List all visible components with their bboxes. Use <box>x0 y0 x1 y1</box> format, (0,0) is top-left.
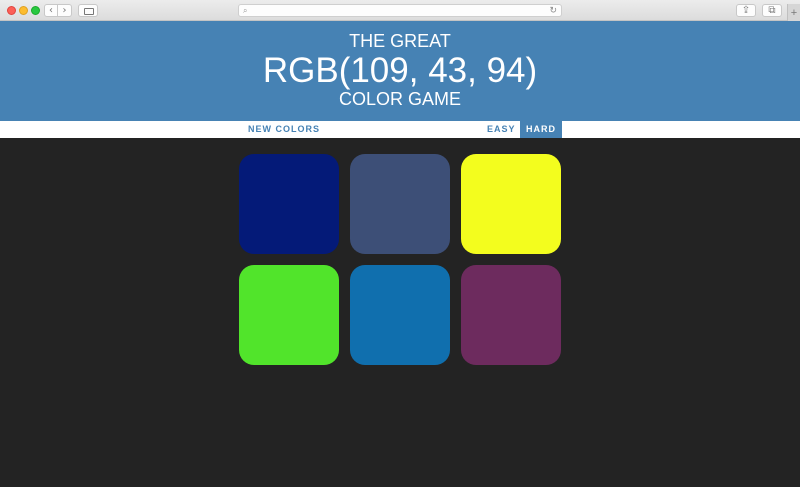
maximize-window-button[interactable] <box>31 6 40 15</box>
title-line-3: COLOR GAME <box>338 89 462 109</box>
new-colors-button[interactable]: NEW COLORS <box>242 121 326 138</box>
tabs-overview-icon[interactable]: ⧉ <box>762 4 782 17</box>
color-square[interactable] <box>350 265 450 365</box>
game-header: THE GREAT RGB(109, 43, 94) COLOR GAME <box>0 21 800 121</box>
search-icon: ⌕ <box>243 6 248 15</box>
close-window-button[interactable] <box>7 6 16 15</box>
share-icon[interactable]: ⇪ <box>736 4 756 17</box>
target-color-display: RGB(109, 43, 94) <box>262 51 538 90</box>
hard-mode-button[interactable]: HARD <box>520 121 562 138</box>
minimize-window-button[interactable] <box>19 6 28 15</box>
controls-stripe: NEW COLORS EASY HARD <box>0 121 800 138</box>
address-bar[interactable]: ⌕ ↻ <box>238 4 562 17</box>
easy-mode-button[interactable]: EASY <box>481 121 522 138</box>
new-tab-icon[interactable]: + <box>787 4 800 21</box>
color-square[interactable] <box>239 265 339 365</box>
color-square[interactable] <box>461 265 561 365</box>
color-square[interactable] <box>461 154 561 254</box>
forward-icon[interactable]: › <box>58 4 72 17</box>
back-icon[interactable]: ‹ <box>44 4 58 17</box>
color-square[interactable] <box>239 154 339 254</box>
sidebar-toggle-icon[interactable] <box>78 4 98 17</box>
title-line-1: THE GREAT <box>349 31 451 51</box>
color-square[interactable] <box>350 154 450 254</box>
browser-toolbar: ‹ › ⌕ ↻ ⇪ ⧉ + <box>0 0 800 21</box>
reload-icon[interactable]: ↻ <box>549 5 557 16</box>
